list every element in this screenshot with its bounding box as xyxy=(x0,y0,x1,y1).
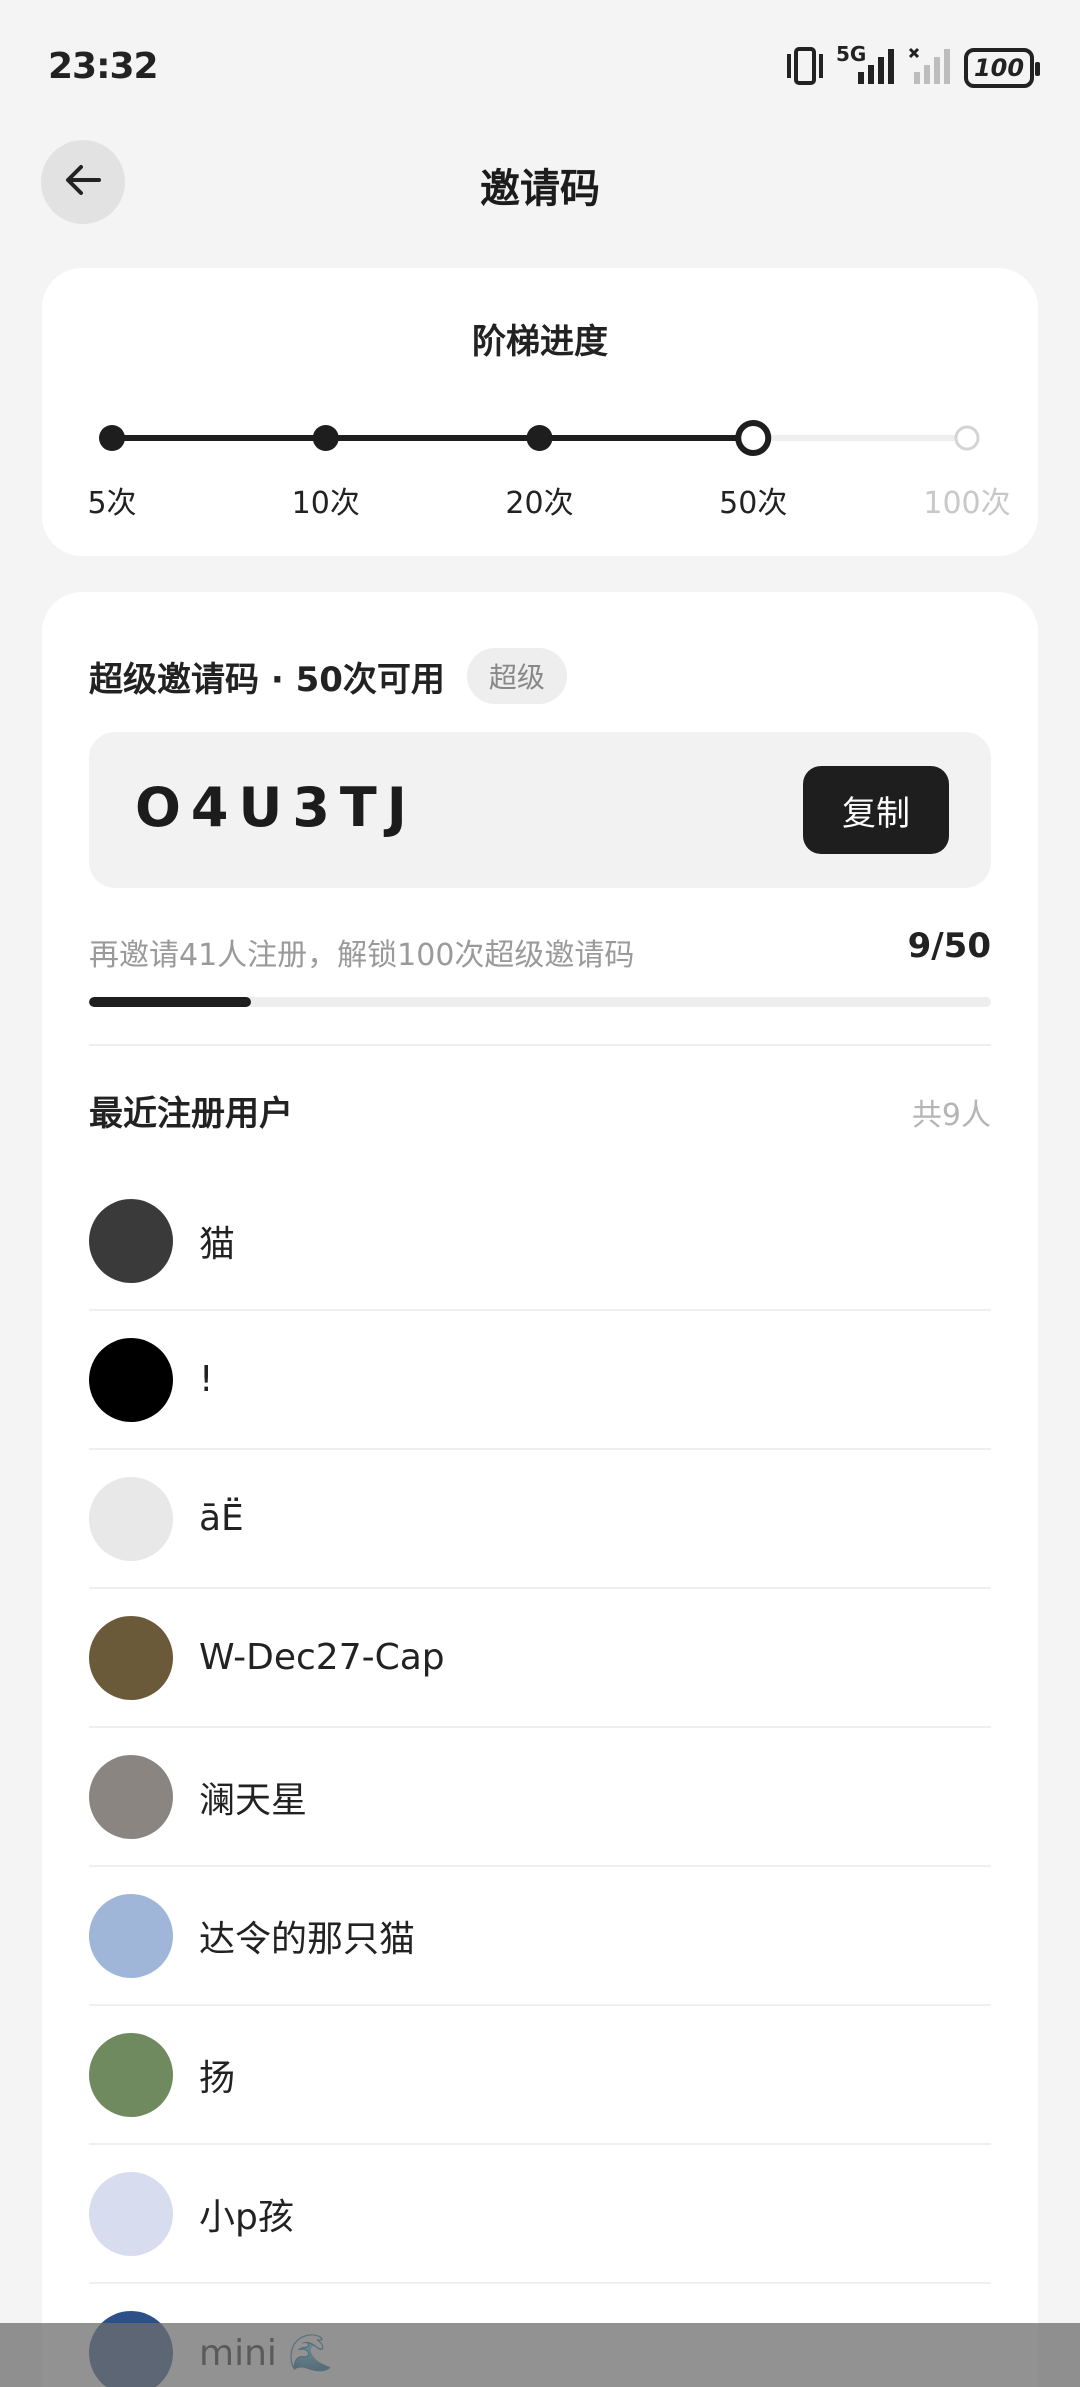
ladder-step-dot xyxy=(526,425,553,451)
progress-fill xyxy=(89,997,252,1007)
user-row[interactable]: 小p孩 xyxy=(89,2145,991,2284)
invite-title: 超级邀请码 · 50次可用 xyxy=(89,659,445,700)
user-row[interactable]: 达令的那只猫 xyxy=(89,1867,991,2006)
ladder-progress-card: 阶梯进度 5次 10次 20次 50次 100次 xyxy=(42,268,1038,556)
ladder-step-label: 50次 xyxy=(719,486,788,521)
ladder-step-label: 20次 xyxy=(505,486,574,521)
user-avatar xyxy=(89,1615,173,1700)
user-avatar xyxy=(89,1337,173,1422)
invite-code[interactable]: O4U3TJ xyxy=(135,776,417,839)
ladder-step-dot xyxy=(99,425,125,451)
invite-header: 超级邀请码 · 50次可用 超级 xyxy=(89,648,567,704)
bottom-overlay xyxy=(0,2323,1080,2387)
status-time: 23:32 xyxy=(48,46,159,87)
user-name: 达令的那只猫 xyxy=(199,1918,416,1960)
user-name: W-Dec27-Cap xyxy=(199,1637,445,1678)
user-avatar xyxy=(89,2032,173,2117)
signal-icon: 5G xyxy=(836,42,898,90)
user-name: ! xyxy=(199,1359,214,1400)
invite-code-box: O4U3TJ 复制 xyxy=(89,732,991,888)
recent-users-count: 共9人 xyxy=(911,1098,991,1133)
user-row[interactable]: W-Dec27-Cap xyxy=(89,1589,991,1728)
ladder-title: 阶梯进度 xyxy=(472,322,608,362)
network-type-label: 5G xyxy=(836,42,867,66)
ladder-step-label: 5次 xyxy=(87,486,137,521)
invite-card: 超级邀请码 · 50次可用 超级 O4U3TJ 复制 再邀请41人注册，解锁10… xyxy=(42,592,1038,2387)
user-name: 猫 xyxy=(199,1223,236,1265)
user-row[interactable]: 猫 xyxy=(89,1172,991,1311)
copy-button[interactable]: 复制 xyxy=(803,766,949,854)
battery-level: 100 xyxy=(973,54,1025,82)
progress-count: 9/50 xyxy=(907,926,991,966)
status-bar: 23:32 5G 100 xyxy=(0,0,1080,130)
vibrate-icon xyxy=(784,46,826,90)
divider xyxy=(89,1044,991,1046)
super-badge: 超级 xyxy=(466,648,567,704)
page-title: 邀请码 xyxy=(480,166,600,212)
ladder-step-label: 100次 xyxy=(923,486,1011,521)
user-avatar xyxy=(89,1893,173,1978)
status-icons: 5G 100 xyxy=(784,42,1040,90)
user-name: 澜天星 xyxy=(199,1779,308,1821)
user-name: 小p孩 xyxy=(199,2196,294,2238)
ladder-step-dot xyxy=(312,425,339,451)
user-list: 猫!āËW-Dec27-Cap澜天星达令的那只猫扬小p孩mini 🌊 xyxy=(89,1172,991,2387)
user-avatar xyxy=(89,2171,173,2256)
user-row[interactable]: 扬 xyxy=(89,2006,991,2145)
user-row[interactable]: ! xyxy=(89,1311,991,1450)
user-avatar xyxy=(89,1754,173,1839)
battery-icon: 100 xyxy=(964,48,1040,88)
signal-off-icon xyxy=(908,46,954,90)
recent-users-title: 最近注册用户 xyxy=(89,1094,293,1134)
user-row[interactable]: 澜天星 xyxy=(89,1728,991,1867)
progress-bar xyxy=(89,997,991,1007)
ladder-track: 5次 10次 20次 50次 100次 xyxy=(42,418,1038,538)
user-avatar xyxy=(89,1198,173,1283)
user-row[interactable]: āË xyxy=(89,1450,991,1589)
progress-hint: 再邀请41人注册，解锁100次超级邀请码 xyxy=(89,938,635,973)
ladder-line xyxy=(99,420,980,456)
user-name: 扬 xyxy=(199,2057,236,2099)
ladder-step-dot xyxy=(735,420,772,456)
user-name: āË xyxy=(199,1498,244,1539)
user-avatar xyxy=(89,1476,173,1561)
ladder-step-dot xyxy=(954,425,980,451)
ladder-step-label: 10次 xyxy=(291,486,360,521)
